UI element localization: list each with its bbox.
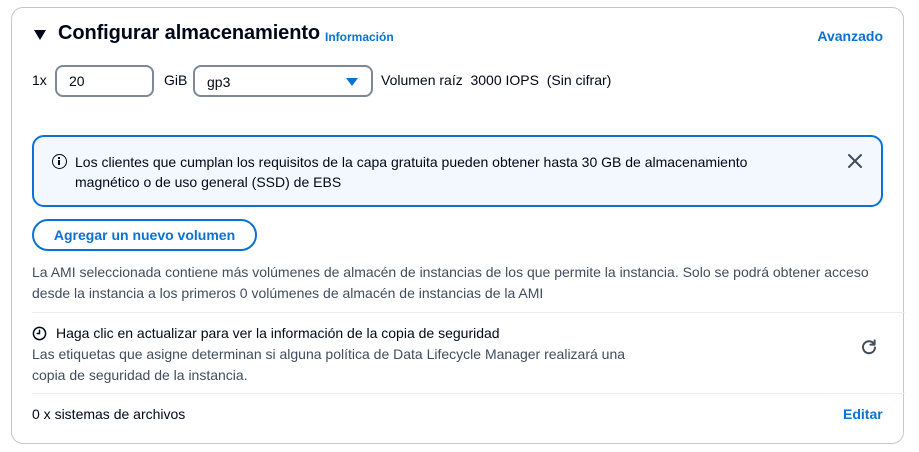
caret-down-icon <box>346 78 358 86</box>
info-link[interactable]: Información <box>325 30 394 44</box>
collapse-caret-icon[interactable] <box>34 30 46 40</box>
backup-info-row: Haga clic en actualizar para ver la info… <box>32 324 892 384</box>
divider <box>32 393 905 394</box>
refresh-icon[interactable] <box>860 338 878 356</box>
backup-subtitle: Las etiquetas que asigne determinan si a… <box>32 346 626 383</box>
edit-file-systems-link[interactable]: Editar <box>843 406 883 422</box>
free-tier-alert: Los clientes que cumplan los requisitos … <box>32 135 883 207</box>
panel-header: Configurar almacenamiento Información Av… <box>32 22 883 50</box>
configure-storage-panel: Configurar almacenamiento Información Av… <box>11 7 905 444</box>
volume-description: Volumen raíz 3000 IOPS (Sin cifrar) <box>381 72 612 88</box>
volume-size-input[interactable] <box>55 65 154 97</box>
add-volume-button[interactable]: Agregar un nuevo volumen <box>32 219 257 251</box>
volume-type-select[interactable]: gp3 <box>193 65 373 97</box>
root-volume-row: 1x GiB gp3 Volumen raíz 3000 IOPS (Sin c… <box>32 65 892 97</box>
divider <box>32 312 905 313</box>
alert-text: Los clientes que cumplan los requisitos … <box>75 154 748 190</box>
volume-type-value: gp3 <box>207 74 231 90</box>
panel-title: Configurar almacenamiento <box>58 22 321 44</box>
close-icon[interactable] <box>847 153 863 169</box>
ami-note: La AMI seleccionada contiene más volúmen… <box>32 264 869 301</box>
info-icon <box>52 154 67 169</box>
size-unit-label: GiB <box>164 72 188 88</box>
backup-title: Haga clic en actualizar para ver la info… <box>56 325 500 341</box>
advanced-link[interactable]: Avanzado <box>817 28 883 44</box>
clock-icon <box>32 326 47 341</box>
file-systems-label: 0 x sistemas de archivos <box>32 406 186 422</box>
volume-multiplier: 1x <box>32 72 47 88</box>
